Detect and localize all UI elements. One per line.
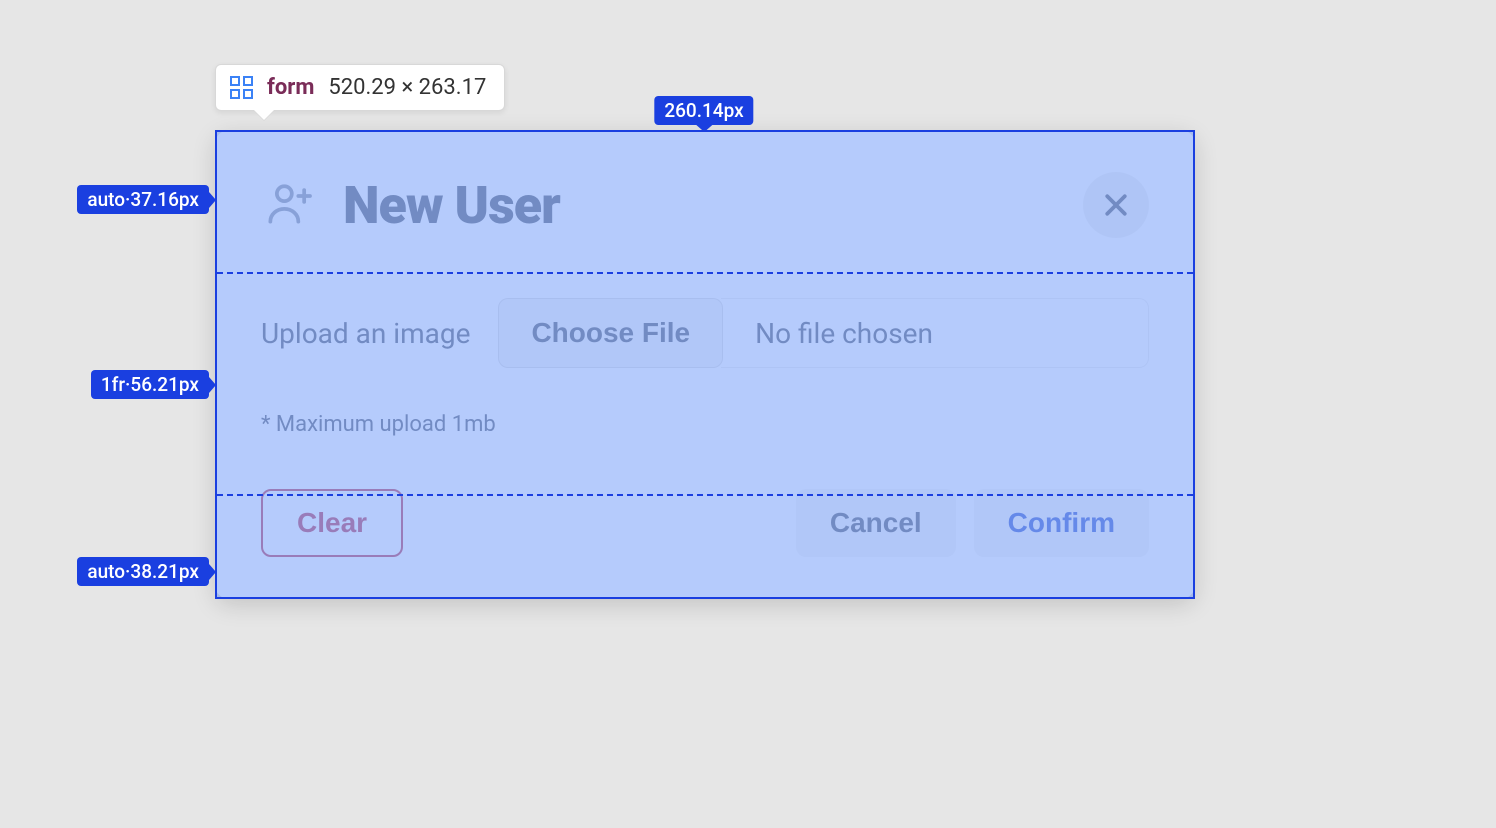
devtools-row-size-badge: auto·37.16px	[77, 185, 209, 214]
devtools-row-size-badge: 1fr·56.21px	[91, 370, 209, 399]
cancel-button[interactable]: Cancel	[796, 489, 956, 557]
devtools-column-size-badge: 260.14px	[654, 96, 753, 125]
choose-file-button[interactable]: Choose File	[498, 298, 723, 368]
close-button[interactable]	[1083, 172, 1149, 238]
new-user-dialog: New User Upload an image Choose File No …	[215, 130, 1195, 599]
file-status: No file chosen	[721, 298, 1149, 368]
upload-hint: * Maximum upload 1mb	[261, 412, 1149, 437]
confirm-button[interactable]: Confirm	[974, 489, 1149, 557]
dialog-header: New User	[261, 172, 1149, 258]
dialog-footer: Clear Cancel Confirm	[261, 459, 1149, 557]
dialog-title: New User	[343, 175, 560, 236]
devtools-row-size-badge: auto·38.21px	[77, 557, 209, 586]
dialog-body: Upload an image Choose File No file chos…	[261, 258, 1149, 459]
file-input[interactable]: Choose File No file chosen	[498, 298, 1149, 368]
devtools-element-dimensions: 520.29 × 263.17	[328, 75, 486, 100]
upload-label: Upload an image	[261, 317, 470, 350]
user-add-icon	[261, 175, 317, 235]
clear-button[interactable]: Clear	[261, 489, 403, 557]
grid-icon	[230, 76, 253, 99]
devtools-tooltip: form 520.29 × 263.17	[215, 64, 505, 111]
devtools-element-tag: form	[267, 75, 314, 100]
close-icon	[1101, 190, 1131, 220]
